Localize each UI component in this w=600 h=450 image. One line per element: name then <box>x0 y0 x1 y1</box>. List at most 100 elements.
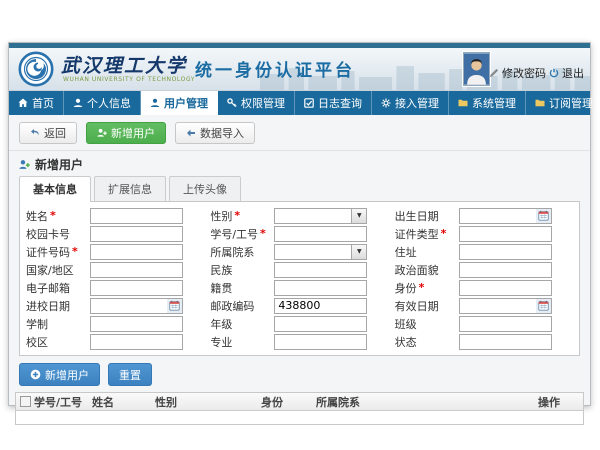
name-field: 姓名* <box>26 207 204 224</box>
field-label: 有效日期 <box>395 298 439 314</box>
department-select[interactable]: ▼ <box>274 244 367 260</box>
id-number-field: 证件号码* <box>26 243 204 260</box>
home-icon <box>18 98 28 108</box>
identity-field: 身份* <box>395 279 573 296</box>
field-label: 证件类型 <box>395 226 439 242</box>
grade-input[interactable] <box>274 316 367 332</box>
toolbar: 返回 新增用户 数据导入 <box>9 115 590 150</box>
field-label: 住址 <box>395 244 417 260</box>
submit-add-user-button[interactable]: 新增用户 <box>19 363 100 386</box>
add-user-label: 新增用户 <box>111 125 155 141</box>
nav-item-permission-management[interactable]: 权限管理 <box>218 91 295 115</box>
field-label: 班级 <box>395 316 417 332</box>
user-avatar[interactable] <box>463 52 490 86</box>
status-input[interactable] <box>459 334 552 350</box>
back-button[interactable]: 返回 <box>19 122 77 144</box>
nav-item-system-management[interactable]: 系统管理 <box>449 91 526 115</box>
university-name-cn: 武汉理工大学 <box>61 51 187 78</box>
tab-upload-avatar[interactable]: 上传头像 <box>169 176 241 201</box>
email-input[interactable] <box>90 280 183 296</box>
calendar-icon[interactable] <box>536 209 551 223</box>
nav-item-profile[interactable]: 个人信息 <box>64 91 141 115</box>
email-field: 电子邮箱 <box>26 279 204 296</box>
user-plus-icon <box>97 128 107 138</box>
form-grid: 姓名* 性别* ▼ 出生日期 校园卡号 学号/工号* 证件类型* <box>26 207 573 350</box>
name-input[interactable] <box>90 208 183 224</box>
chevron-down-icon: ▼ <box>351 209 366 223</box>
campus-input[interactable] <box>90 334 183 350</box>
student-id-field: 学号/工号* <box>210 225 388 242</box>
logout-link[interactable]: 退出 <box>549 65 584 81</box>
import-arrow-icon <box>186 128 196 138</box>
birth-date-field: 出生日期 <box>395 207 573 224</box>
change-password-link[interactable]: 修改密码 <box>489 65 546 81</box>
calendar-icon[interactable] <box>167 299 182 313</box>
field-label: 年级 <box>210 316 232 332</box>
key-icon <box>227 98 237 108</box>
political-status-input[interactable] <box>459 262 552 278</box>
main-nav: 首页 个人信息 用户管理 权限管理 日志查询 接入管理 系统管理 订阅管理 <box>9 91 590 115</box>
student-id-input[interactable] <box>274 226 367 242</box>
col-student-id: 学号/工号 <box>34 394 92 410</box>
class-input[interactable] <box>459 316 552 332</box>
col-department: 所属院系 <box>316 394 538 410</box>
tab-bar: 基本信息 扩展信息 上传头像 <box>9 176 590 201</box>
campus-card-input[interactable] <box>90 226 183 242</box>
identity-input[interactable] <box>459 280 552 296</box>
platform-title: 统一身份认证平台 <box>195 56 355 81</box>
nav-label: 权限管理 <box>241 95 285 111</box>
native-place-input[interactable] <box>274 280 367 296</box>
power-icon <box>549 68 559 78</box>
calendar-icon[interactable] <box>536 299 551 313</box>
nav-label: 首页 <box>32 95 54 111</box>
field-label: 学制 <box>26 316 48 332</box>
tab-basic-info[interactable]: 基本信息 <box>19 176 91 202</box>
field-label: 专业 <box>210 334 232 350</box>
postal-code-field: 邮政编码 <box>210 297 388 314</box>
campus-card-field: 校园卡号 <box>26 225 204 242</box>
table-header-row: 学号/工号 姓名 性别 身份 所属院系 操作 <box>16 393 583 411</box>
log-check-icon <box>304 98 314 108</box>
tab-extended-info[interactable]: 扩展信息 <box>94 176 166 201</box>
country-input[interactable] <box>90 262 183 278</box>
address-input[interactable] <box>459 244 552 260</box>
postal-code-input[interactable] <box>274 298 367 314</box>
section-header: 新增用户 <box>9 150 590 176</box>
field-label: 进校日期 <box>26 298 70 314</box>
col-actions: 操作 <box>538 394 583 410</box>
nav-label: 个人信息 <box>87 95 131 111</box>
field-label: 政治面貌 <box>395 262 439 278</box>
col-identity: 身份 <box>261 394 316 410</box>
logout-label: 退出 <box>562 65 584 81</box>
required-marker: * <box>234 209 240 222</box>
id-number-input[interactable] <box>90 244 183 260</box>
nav-item-access-management[interactable]: 接入管理 <box>372 91 449 115</box>
major-input[interactable] <box>274 334 367 350</box>
data-import-button[interactable]: 数据导入 <box>175 122 255 144</box>
nav-item-subscription-management[interactable]: 订阅管理 <box>526 91 600 115</box>
field-label: 校区 <box>26 334 48 350</box>
reset-button[interactable]: 重置 <box>108 363 152 386</box>
field-label: 证件号码 <box>26 244 70 260</box>
department-field: 所属院系 ▼ <box>210 243 388 260</box>
folder-icon <box>535 98 545 108</box>
back-label: 返回 <box>44 125 66 141</box>
id-type-input[interactable] <box>459 226 552 242</box>
nav-item-user-management[interactable]: 用户管理 <box>141 91 218 115</box>
status-field: 状态 <box>395 333 573 350</box>
gender-select[interactable]: ▼ <box>274 208 367 224</box>
enroll-date-field: 进校日期 <box>26 297 204 314</box>
required-marker: * <box>72 245 78 258</box>
add-user-toolbar-button[interactable]: 新增用户 <box>86 122 166 144</box>
education-length-input[interactable] <box>90 316 183 332</box>
ethnicity-input[interactable] <box>274 262 367 278</box>
nav-item-log-query[interactable]: 日志查询 <box>295 91 372 115</box>
basic-info-panel: 姓名* 性别* ▼ 出生日期 校园卡号 学号/工号* 证件类型* <box>19 201 580 356</box>
select-all-checkbox[interactable] <box>20 396 31 407</box>
field-label: 所属院系 <box>210 244 254 260</box>
field-label: 国家/地区 <box>26 262 74 278</box>
grade-field: 年级 <box>210 315 388 332</box>
ethnicity-field: 民族 <box>210 261 388 278</box>
nav-item-home[interactable]: 首页 <box>9 91 64 115</box>
plus-circle-icon <box>30 369 41 380</box>
